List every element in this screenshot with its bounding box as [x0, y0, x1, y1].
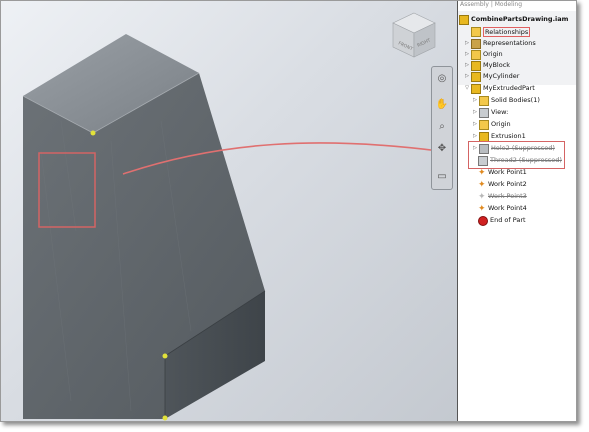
part-icon — [471, 60, 481, 71]
folder-icon — [479, 95, 489, 106]
expand-arrow-icon[interactable]: ▷ — [464, 38, 470, 49]
relationships-icon — [471, 26, 481, 37]
tree-item-workpoint1[interactable]: ✦ Work Point1 — [478, 167, 527, 178]
viewcube-widget[interactable]: FRONT RIGHT — [389, 11, 439, 61]
tree-root-assembly[interactable]: CombinePartsDrawing.iam — [459, 14, 568, 25]
look-at-icon[interactable]: ▭ — [434, 169, 450, 183]
work-point-icon: ✦ — [478, 167, 486, 178]
model-browser: Assembly | Modeling CombinePartsDrawing.… — [457, 1, 576, 421]
expand-arrow-icon[interactable]: ▷ — [472, 95, 478, 106]
view-icon — [479, 107, 489, 118]
tree-item-workpoint4[interactable]: ✦ Work Point4 — [478, 203, 527, 214]
work-point-marker[interactable] — [162, 415, 168, 421]
tree-item-solid-bodies[interactable]: ▷ Solid Bodies(1) — [472, 95, 540, 106]
expand-arrow-icon[interactable]: ▷ — [472, 119, 478, 130]
part-icon — [471, 71, 481, 82]
tree-item-relationships[interactable]: Relationships — [464, 26, 531, 37]
orbit-icon[interactable]: ✥ — [434, 141, 450, 155]
steering-wheel-icon[interactable]: ◎ — [434, 71, 450, 85]
work-point-icon: ✦ — [478, 191, 486, 202]
expand-arrow-icon[interactable]: ▷ — [464, 71, 470, 82]
expand-arrow-icon[interactable]: ▷ — [464, 49, 470, 60]
tree-item-representations[interactable]: ▷ Representations — [464, 38, 536, 49]
work-point-marker[interactable] — [162, 353, 168, 359]
work-point-icon: ✦ — [478, 203, 486, 214]
navigation-bar: ◎ ✋ ⌕ ✥ ▭ — [431, 66, 453, 190]
part-icon — [471, 83, 481, 94]
3d-model-view[interactable] — [1, 1, 457, 421]
tree-item-view[interactable]: ▷ View: — [472, 107, 508, 118]
assembly-icon — [459, 14, 469, 25]
work-point-marker[interactable] — [90, 130, 96, 136]
extrusion-icon — [479, 131, 489, 142]
tree-item-origin-sub[interactable]: ▷ Origin — [472, 119, 511, 130]
representations-icon — [471, 38, 481, 49]
work-point-icon: ✦ — [478, 179, 486, 190]
expand-arrow-icon[interactable]: ▷ — [472, 107, 478, 118]
zoom-icon[interactable]: ⌕ — [434, 119, 450, 133]
tree-item-end-of-part[interactable]: End of Part — [478, 215, 526, 226]
tree-item-myblock[interactable]: ▷ MyBlock — [464, 60, 510, 71]
graphics-viewport[interactable]: FRONT RIGHT ◎ ✋ ⌕ ✥ ▭ — [1, 1, 457, 421]
pan-icon[interactable]: ✋ — [434, 97, 450, 111]
suppressed-features-highlight — [468, 141, 565, 169]
tree-item-workpoint3[interactable]: ✦ Work Point3 — [478, 191, 527, 202]
tree-item-origin[interactable]: ▷ Origin — [464, 49, 503, 60]
folder-icon — [479, 119, 489, 130]
tree-item-workpoint2[interactable]: ✦ Work Point2 — [478, 179, 527, 190]
tree-item-mycylinder[interactable]: ▷ MyCylinder — [464, 71, 519, 82]
end-of-part-icon — [478, 215, 488, 226]
collapse-arrow-icon[interactable]: ▽ — [464, 83, 470, 94]
application-window: FRONT RIGHT ◎ ✋ ⌕ ✥ ▭ Assembly | Modelin… — [0, 0, 577, 422]
expand-arrow-icon[interactable]: ▷ — [464, 60, 470, 71]
tree-item-myextrudedpart[interactable]: ▽ MyExtrudedPart — [464, 83, 535, 94]
breadcrumb: Assembly | Modeling — [460, 1, 523, 8]
folder-icon — [471, 49, 481, 60]
